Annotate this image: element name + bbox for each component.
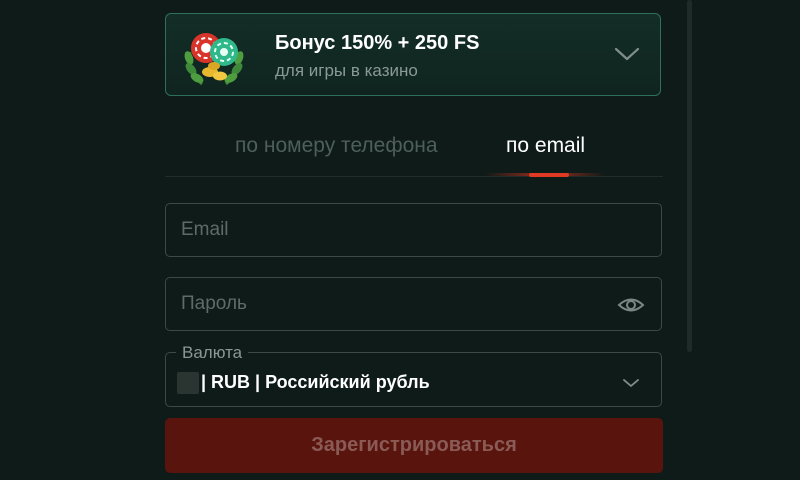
bonus-title: Бонус 150% + 250 FS: [275, 32, 480, 54]
bonus-subtitle: для игры в казино: [275, 61, 418, 80]
currency-select[interactable]: Валюта | RUB | Российский рубль: [165, 343, 662, 407]
email-input[interactable]: [166, 204, 661, 256]
tab-phone[interactable]: по номеру телефона: [235, 134, 438, 158]
bonus-card[interactable]: Бонус 150% + 250 FS для игры в казино: [165, 13, 661, 96]
registration-page: Бонус 150% + 250 FS для игры в казино по…: [0, 0, 800, 480]
currency-flag-icon: [177, 372, 199, 394]
register-button[interactable]: Зарегистрироваться: [165, 418, 663, 473]
email-field-wrapper: [165, 203, 662, 257]
password-input[interactable]: [166, 278, 661, 330]
tab-email[interactable]: по email: [506, 134, 585, 158]
chevron-down-icon[interactable]: [614, 46, 640, 62]
chevron-down-icon: [623, 379, 639, 387]
scrollbar[interactable]: [687, 0, 692, 352]
currency-selected-value: | RUB | Российский рубль: [201, 372, 430, 392]
password-field-wrapper: [165, 277, 662, 331]
active-tab-indicator: [529, 173, 569, 177]
eye-icon[interactable]: [617, 295, 645, 315]
currency-label: Валюта: [176, 343, 249, 363]
casino-chips-wreath-icon: [184, 33, 244, 86]
registration-method-tabs: по номеру телефона по email: [165, 120, 663, 177]
